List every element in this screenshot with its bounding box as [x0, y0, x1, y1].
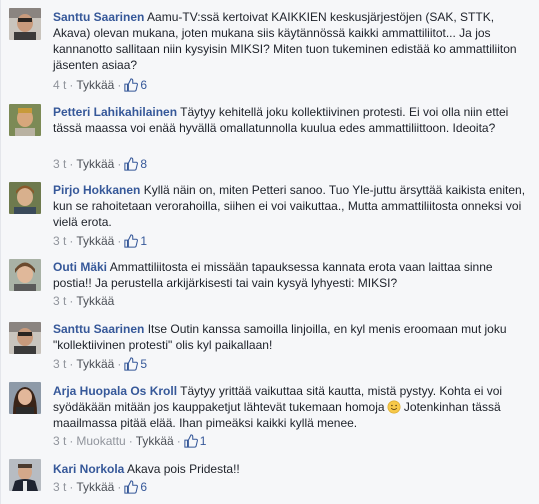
- like-count[interactable]: 1: [124, 234, 147, 248]
- author-name[interactable]: Outi Mäki: [53, 260, 107, 274]
- avatar[interactable]: [9, 8, 41, 40]
- avatar[interactable]: [9, 322, 41, 354]
- comment-meta: 3 t · Tykkää · 6: [53, 480, 148, 494]
- like-count[interactable]: 8: [124, 157, 147, 171]
- comment-body: Arja Huopala Os Kroll Täytyy yrittää vai…: [53, 383, 527, 431]
- timestamp[interactable]: 3 t: [53, 480, 66, 494]
- author-name[interactable]: Kari Norkola: [53, 462, 124, 476]
- comment-text: Akava pois Pridesta!!: [127, 462, 240, 476]
- timestamp[interactable]: 3 t: [53, 157, 66, 171]
- author-name[interactable]: Petteri Lahikahilainen: [53, 105, 177, 119]
- like-count[interactable]: 5: [124, 357, 147, 371]
- edited-label[interactable]: Muokattu: [76, 434, 125, 448]
- comment-meta: 3 t · Tykkää · 5: [53, 357, 148, 371]
- timestamp[interactable]: 3 t: [53, 434, 66, 448]
- author-name[interactable]: Pirjo Hokkanen: [53, 183, 140, 197]
- comment-body: Petteri Lahikahilainen Täytyy kehitellä …: [53, 104, 527, 136]
- like-count[interactable]: 6: [124, 78, 147, 92]
- author-name[interactable]: Santtu Saarinen: [53, 322, 144, 336]
- like-button[interactable]: Tykkää: [136, 434, 174, 448]
- comment-body: Outi Mäki Ammattiliitosta ei missään tap…: [53, 259, 527, 291]
- comment-body: Santtu Saarinen Aamu-TV:ssä kertoivat KA…: [53, 9, 527, 73]
- like-button[interactable]: Tykkää: [76, 78, 114, 92]
- like-button[interactable]: Tykkää: [76, 234, 114, 248]
- thumbs-up-icon: [124, 157, 139, 171]
- timestamp[interactable]: 3 t: [53, 357, 66, 371]
- author-name[interactable]: Santtu Saarinen: [53, 10, 144, 24]
- thumbs-up-icon: [124, 357, 139, 371]
- timestamp[interactable]: 4 t: [53, 78, 66, 92]
- avatar[interactable]: [9, 182, 41, 214]
- comment-body: Santtu Saarinen Itse Outin kanssa samoil…: [53, 321, 527, 353]
- comment-meta: 3 t · Tykkää · 8: [53, 157, 148, 171]
- like-button[interactable]: Tykkää: [76, 157, 114, 171]
- thumbs-up-icon: [184, 434, 198, 448]
- like-button[interactable]: Tykkää: [76, 294, 114, 308]
- comment-meta: 3 t · Tykkää: [53, 294, 115, 308]
- avatar[interactable]: [9, 382, 41, 414]
- avatar[interactable]: [9, 259, 41, 291]
- comment-meta: 4 t · Tykkää · 6: [53, 78, 148, 92]
- thumbs-up-icon: [124, 480, 139, 494]
- timestamp[interactable]: 3 t: [53, 294, 66, 308]
- comment-text: Ammattiliitosta ei missään tapauksessa k…: [53, 260, 493, 290]
- avatar[interactable]: [9, 459, 41, 491]
- comment-body: Pirjo Hokkanen Kyllä näin on, miten Pett…: [53, 182, 527, 230]
- comment-meta: 3 t · Muokattu · Tykkää · 1: [53, 434, 207, 448]
- like-button[interactable]: Tykkää: [76, 480, 114, 494]
- timestamp[interactable]: 3 t: [53, 234, 66, 248]
- comments-panel: Santtu Saarinen Aamu-TV:ssä kertoivat KA…: [0, 0, 539, 504]
- thumbs-up-icon: [124, 78, 139, 92]
- like-count[interactable]: 6: [124, 480, 147, 494]
- author-name[interactable]: Arja Huopala Os Kroll: [53, 384, 177, 398]
- comment-meta: 3 t · Tykkää · 1: [53, 234, 148, 248]
- avatar[interactable]: [9, 104, 41, 136]
- like-count[interactable]: 1: [184, 434, 206, 448]
- smiley-emoji: [387, 400, 401, 414]
- comment-body: Kari Norkola Akava pois Pridesta!!: [53, 461, 527, 477]
- thumbs-up-icon: [124, 234, 139, 248]
- like-button[interactable]: Tykkää: [76, 357, 114, 371]
